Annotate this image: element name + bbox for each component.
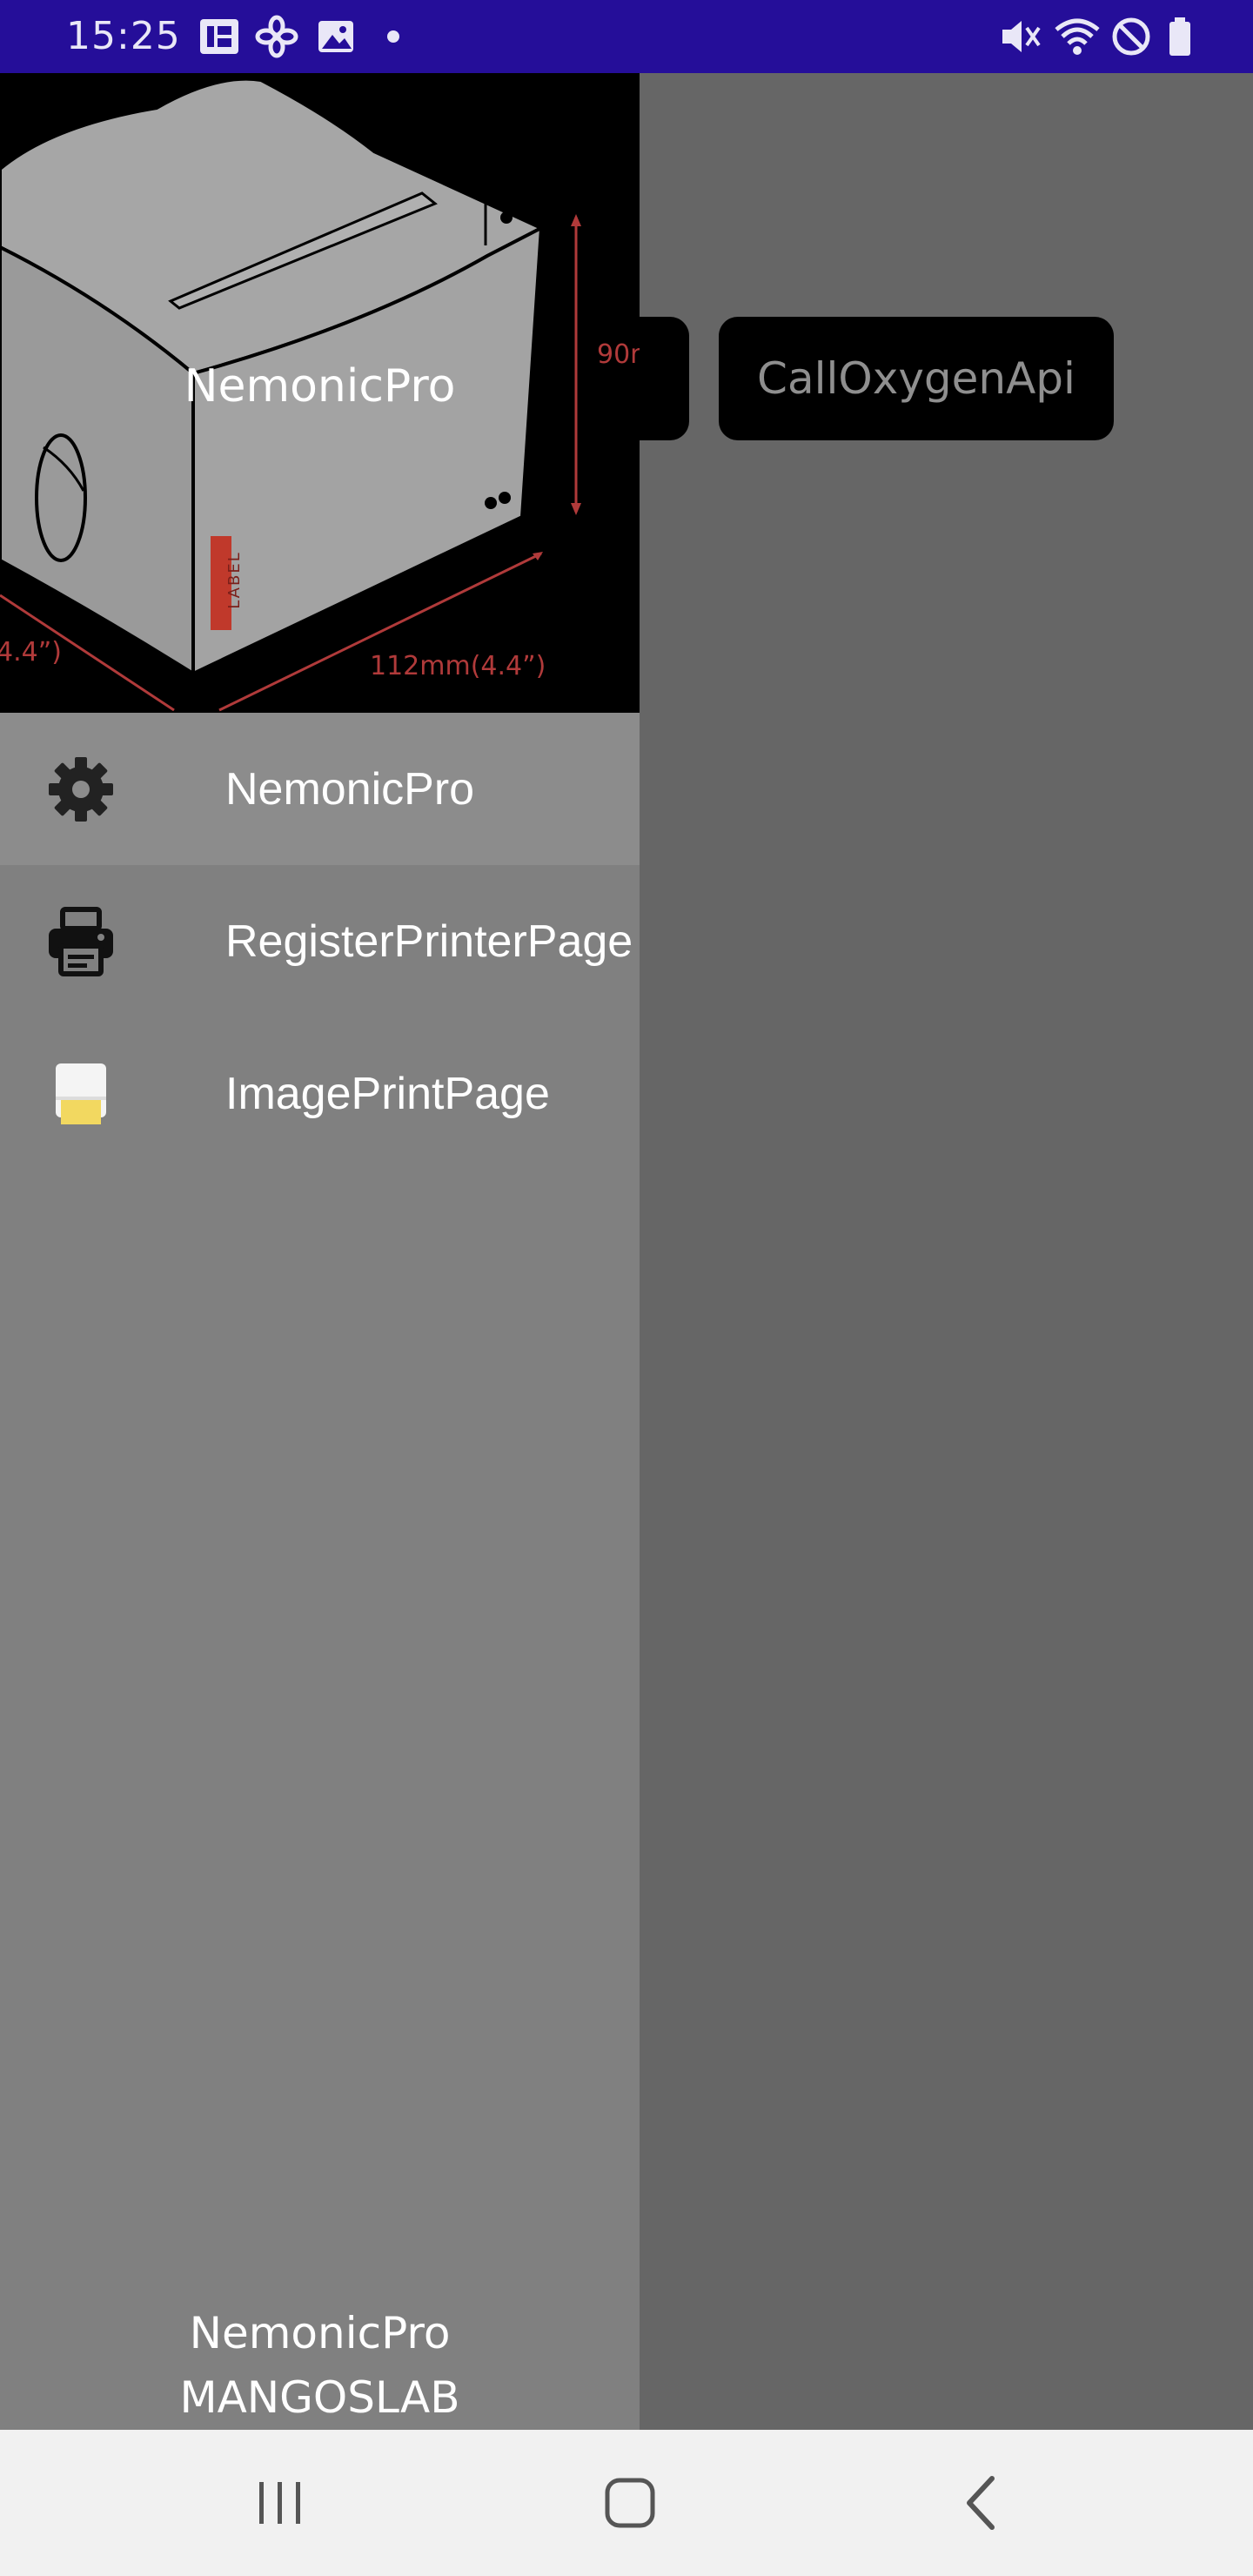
footer-company-name: MANGOSLAB bbox=[179, 2372, 460, 2423]
status-time: 15:25 bbox=[66, 14, 181, 58]
recent-apps-icon[interactable] bbox=[245, 2468, 315, 2538]
call-oxygen-api-button[interactable]: CallOxygenApi bbox=[719, 317, 1114, 440]
drawer-item-register-printer-page[interactable]: RegisterPrinterPage bbox=[0, 865, 640, 1017]
navigation-drawer: 90r 112mm(4.4”) 4.4”) LABEL NemonicPro N… bbox=[0, 73, 640, 2430]
drawer-item-label: NemonicPro bbox=[225, 763, 475, 815]
back-icon[interactable] bbox=[947, 2468, 1016, 2538]
gallery-icon bbox=[318, 21, 353, 52]
drawer-item-nemonicpro[interactable]: NemonicPro bbox=[0, 713, 640, 865]
home-icon[interactable] bbox=[595, 2468, 665, 2538]
sim-card-icon bbox=[200, 19, 238, 54]
gear-icon bbox=[49, 756, 113, 822]
footer-app-name: NemonicPro bbox=[189, 2308, 451, 2358]
do-not-disturb-icon bbox=[1112, 17, 1150, 56]
width-dimension-label: 112mm(4.4”) bbox=[370, 651, 546, 681]
system-navigation-bar bbox=[0, 2430, 1253, 2576]
fan-icon bbox=[255, 15, 298, 58]
drawer-header-title: NemonicPro bbox=[184, 360, 456, 413]
screen: 15:25 CallOxygenApi 90r 112mm(4.4”) 4.4”… bbox=[0, 0, 1253, 2576]
battery-icon bbox=[1169, 17, 1190, 56]
depth-dimension-label: 4.4”) bbox=[0, 637, 62, 667]
drawer-item-label: ImagePrintPage bbox=[225, 1068, 550, 1119]
dot-icon bbox=[387, 30, 399, 43]
drawer-footer: NemonicPro MANGOSLAB bbox=[0, 2301, 640, 2430]
wifi-icon bbox=[1055, 18, 1100, 55]
mute-icon bbox=[1002, 21, 1041, 52]
drawer-header: 90r 112mm(4.4”) 4.4”) LABEL NemonicPro bbox=[0, 73, 640, 713]
status-bar: 15:25 bbox=[0, 0, 1253, 73]
printer-icon bbox=[49, 906, 113, 976]
label-tag-text: LABEL bbox=[224, 551, 244, 609]
drawer-item-image-print-page[interactable]: ImagePrintPage bbox=[0, 1017, 640, 1170]
label-printer-icon bbox=[56, 1063, 106, 1124]
drawer-item-label: RegisterPrinterPage bbox=[225, 916, 633, 967]
